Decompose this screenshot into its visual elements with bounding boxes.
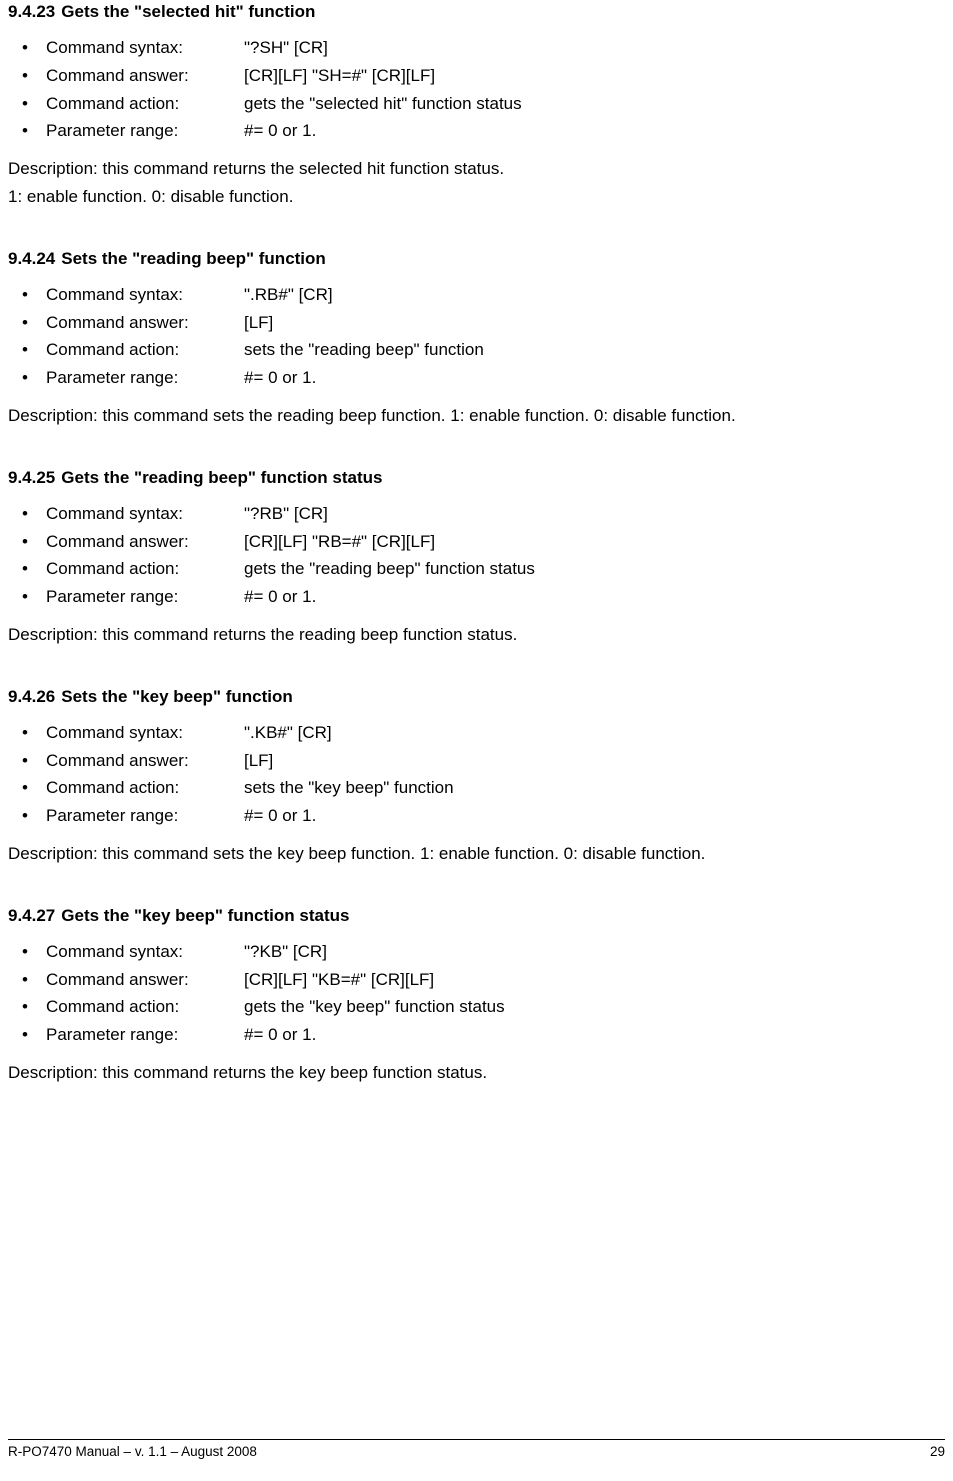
item-value: #= 0 or 1. <box>244 366 316 390</box>
list-item: Command syntax:"?KB" [CR] <box>46 940 945 964</box>
list-item: Command answer:[CR][LF] "KB=#" [CR][LF] <box>46 968 945 992</box>
section-heading: 9.4.24 Sets the "reading beep" function <box>8 249 945 269</box>
list-item: Parameter range:#= 0 or 1. <box>46 119 945 143</box>
item-label: Command action: <box>46 557 244 581</box>
item-label: Command action: <box>46 92 244 116</box>
section-heading: 9.4.23 Gets the "selected hit" function <box>8 2 945 22</box>
list-item: Parameter range:#= 0 or 1. <box>46 1023 945 1047</box>
item-label: Command answer: <box>46 530 244 554</box>
list-item: Parameter range:#= 0 or 1. <box>46 804 945 828</box>
item-value: [CR][LF] "RB=#" [CR][LF] <box>244 530 435 554</box>
section-title: Gets the "key beep" function status <box>61 906 349 925</box>
section-heading: 9.4.27 Gets the "key beep" function statu… <box>8 906 945 926</box>
item-value: sets the "reading beep" function <box>244 338 484 362</box>
item-label: Command answer: <box>46 64 244 88</box>
item-label: Parameter range: <box>46 366 244 390</box>
item-value: gets the "selected hit" function status <box>244 92 522 116</box>
command-list: Command syntax:".RB#" [CR]Command answer… <box>8 283 945 390</box>
doc-section: 9.4.23 Gets the "selected hit" function Co… <box>8 2 945 209</box>
footer-page-number: 29 <box>930 1444 945 1459</box>
section-heading: 9.4.25 Gets the "reading beep" function s… <box>8 468 945 488</box>
item-value: #= 0 or 1. <box>244 585 316 609</box>
item-value: #= 0 or 1. <box>244 804 316 828</box>
section-title: Gets the "selected hit" function <box>61 2 315 21</box>
list-item: Command syntax:"?RB" [CR] <box>46 502 945 526</box>
list-item: Command action:gets the "selected hit" f… <box>46 92 945 116</box>
item-value: #= 0 or 1. <box>244 119 316 143</box>
list-item: Command action:gets the "reading beep" f… <box>46 557 945 581</box>
item-label: Command answer: <box>46 311 244 335</box>
section-number: 9.4.26 <box>8 687 55 707</box>
doc-section: 9.4.27 Gets the "key beep" function statu… <box>8 906 945 1085</box>
item-label: Command syntax: <box>46 502 244 526</box>
list-item: Command answer:[CR][LF] "RB=#" [CR][LF] <box>46 530 945 554</box>
item-label: Parameter range: <box>46 1023 244 1047</box>
list-item: Command action:sets the "key beep" funct… <box>46 776 945 800</box>
doc-section: 9.4.25 Gets the "reading beep" function s… <box>8 468 945 647</box>
list-item: Parameter range:#= 0 or 1. <box>46 585 945 609</box>
item-value: sets the "key beep" function <box>244 776 454 800</box>
item-label: Command answer: <box>46 968 244 992</box>
item-value: "?KB" [CR] <box>244 940 327 964</box>
section-title: Gets the "reading beep" function status <box>61 468 382 487</box>
description-text: Description: this command returns the ke… <box>8 1061 945 1085</box>
list-item: Command action:sets the "reading beep" f… <box>46 338 945 362</box>
list-item: Parameter range:#= 0 or 1. <box>46 366 945 390</box>
item-label: Command action: <box>46 338 244 362</box>
list-item: Command answer:[CR][LF] "SH=#" [CR][LF] <box>46 64 945 88</box>
section-title: Sets the "reading beep" function <box>61 249 326 268</box>
description-text: Description: this command returns the re… <box>8 623 945 647</box>
item-label: Command syntax: <box>46 721 244 745</box>
item-value: ".RB#" [CR] <box>244 283 333 307</box>
doc-section: 9.4.24 Sets the "reading beep" function Co… <box>8 249 945 428</box>
page-footer: R-PO7470 Manual – v. 1.1 – August 2008 2… <box>8 1439 945 1459</box>
item-label: Command syntax: <box>46 940 244 964</box>
list-item: Command syntax:".RB#" [CR] <box>46 283 945 307</box>
item-value: gets the "key beep" function status <box>244 995 505 1019</box>
item-value: "?SH" [CR] <box>244 36 328 60</box>
list-item: Command action:gets the "key beep" funct… <box>46 995 945 1019</box>
item-value: [CR][LF] "KB=#" [CR][LF] <box>244 968 434 992</box>
item-label: Parameter range: <box>46 119 244 143</box>
list-item: Command answer:[LF] <box>46 311 945 335</box>
description-text: Description: this command returns the se… <box>8 157 945 181</box>
doc-section: 9.4.26 Sets the "key beep" function Comman… <box>8 687 945 866</box>
item-value: ".KB#" [CR] <box>244 721 332 745</box>
description-text: Description: this command sets the readi… <box>8 404 945 428</box>
item-value: "?RB" [CR] <box>244 502 328 526</box>
section-number: 9.4.25 <box>8 468 55 488</box>
section-heading: 9.4.26 Sets the "key beep" function <box>8 687 945 707</box>
list-item: Command syntax:"?SH" [CR] <box>46 36 945 60</box>
section-number: 9.4.23 <box>8 2 55 22</box>
item-value: [CR][LF] "SH=#" [CR][LF] <box>244 64 435 88</box>
description-text: Description: this command sets the key b… <box>8 842 945 866</box>
item-value: #= 0 or 1. <box>244 1023 316 1047</box>
section-number: 9.4.24 <box>8 249 55 269</box>
item-label: Command syntax: <box>46 36 244 60</box>
description-text: 1: enable function. 0: disable function. <box>8 185 945 209</box>
item-label: Parameter range: <box>46 585 244 609</box>
command-list: Command syntax:".KB#" [CR]Command answer… <box>8 721 945 828</box>
item-label: Command action: <box>46 995 244 1019</box>
item-value: gets the "reading beep" function status <box>244 557 535 581</box>
item-value: [LF] <box>244 311 273 335</box>
item-label: Command syntax: <box>46 283 244 307</box>
command-list: Command syntax:"?RB" [CR]Command answer:… <box>8 502 945 609</box>
footer-doc-title: R-PO7470 Manual – v. 1.1 – August 2008 <box>8 1444 257 1459</box>
item-label: Command answer: <box>46 749 244 773</box>
command-list: Command syntax:"?KB" [CR]Command answer:… <box>8 940 945 1047</box>
command-list: Command syntax:"?SH" [CR]Command answer:… <box>8 36 945 143</box>
section-title: Sets the "key beep" function <box>61 687 293 706</box>
list-item: Command answer:[LF] <box>46 749 945 773</box>
item-label: Parameter range: <box>46 804 244 828</box>
list-item: Command syntax:".KB#" [CR] <box>46 721 945 745</box>
item-label: Command action: <box>46 776 244 800</box>
section-number: 9.4.27 <box>8 906 55 926</box>
item-value: [LF] <box>244 749 273 773</box>
